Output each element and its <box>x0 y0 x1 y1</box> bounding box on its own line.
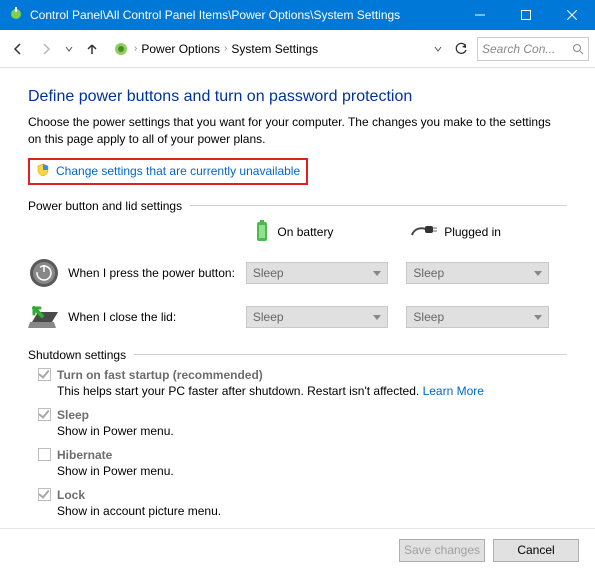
fast-startup-label: Turn on fast startup (recommended) <box>57 368 263 382</box>
sleep-desc: Show in Power menu. <box>57 424 567 438</box>
page-heading: Define power buttons and turn on passwor… <box>28 88 567 106</box>
power-button-battery-select[interactable]: Sleep <box>246 262 389 284</box>
change-settings-highlight: Change settings that are currently unava… <box>28 158 308 185</box>
window-titlebar: Control Panel\All Control Panel Items\Po… <box>0 0 595 30</box>
power-button-plugged-select[interactable]: Sleep <box>406 262 549 284</box>
on-battery-label: On battery <box>277 225 333 239</box>
search-placeholder: Search Con... <box>482 42 572 56</box>
up-button[interactable] <box>80 37 104 61</box>
back-button[interactable] <box>6 37 30 61</box>
fast-startup-option: Turn on fast startup (recommended) This … <box>38 368 567 398</box>
footer-buttons: Save changes Cancel <box>0 528 595 576</box>
close-button[interactable] <box>549 0 595 30</box>
change-unavailable-link[interactable]: Change settings that are currently unava… <box>56 164 300 178</box>
close-lid-row: When I close the lid: Sleep Sleep <box>28 300 567 334</box>
close-lid-plugged-select[interactable]: Sleep <box>406 306 549 328</box>
lock-option: Lock Show in account picture menu. <box>38 488 567 518</box>
sleep-checkbox[interactable] <box>38 408 51 421</box>
close-lid-label: When I close the lid: <box>68 310 246 324</box>
power-button-icon <box>28 256 60 290</box>
breadcrumb-item[interactable]: System Settings <box>231 42 318 56</box>
location-icon <box>112 40 130 58</box>
battery-icon <box>253 219 271 246</box>
hibernate-label: Hibernate <box>57 448 112 462</box>
window-title: Control Panel\All Control Panel Items\Po… <box>30 8 457 22</box>
shield-icon <box>36 163 50 180</box>
save-changes-button[interactable]: Save changes <box>399 539 485 562</box>
lid-icon <box>28 300 60 334</box>
hibernate-checkbox[interactable] <box>38 448 51 461</box>
close-lid-battery-select[interactable]: Sleep <box>246 306 389 328</box>
shutdown-section-header: Shutdown settings <box>28 348 567 362</box>
learn-more-link[interactable]: Learn More <box>423 384 484 398</box>
minimize-button[interactable] <box>457 0 503 30</box>
breadcrumb[interactable]: › Power Options › System Settings <box>108 40 427 58</box>
lock-checkbox[interactable] <box>38 488 51 501</box>
sleep-option: Sleep Show in Power menu. <box>38 408 567 438</box>
divider <box>134 354 567 355</box>
address-dropdown[interactable] <box>431 37 445 61</box>
power-button-section-header: Power button and lid settings <box>28 199 567 213</box>
column-headers: On battery Plugged in <box>28 219 567 246</box>
divider <box>190 205 567 206</box>
search-input[interactable]: Search Con... <box>477 37 589 61</box>
search-icon <box>572 43 584 55</box>
plug-icon <box>410 223 438 242</box>
fast-startup-checkbox[interactable] <box>38 368 51 381</box>
fast-startup-desc: This helps start your PC faster after sh… <box>57 384 567 398</box>
sleep-label: Sleep <box>57 408 89 422</box>
lock-label: Lock <box>57 488 85 502</box>
plugged-in-label: Plugged in <box>444 225 501 239</box>
power-button-label: When I press the power button: <box>68 266 246 280</box>
forward-button[interactable] <box>34 37 58 61</box>
refresh-button[interactable] <box>449 37 473 61</box>
hibernate-option: Hibernate Show in Power menu. <box>38 448 567 478</box>
maximize-button[interactable] <box>503 0 549 30</box>
hibernate-desc: Show in Power menu. <box>57 464 567 478</box>
history-dropdown[interactable] <box>62 37 76 61</box>
page-description: Choose the power settings that you want … <box>28 114 567 148</box>
chevron-right-icon: › <box>224 43 227 54</box>
breadcrumb-item[interactable]: Power Options <box>141 42 220 56</box>
address-bar: › Power Options › System Settings Search… <box>0 30 595 68</box>
chevron-right-icon: › <box>134 43 137 54</box>
power-button-row: When I press the power button: Sleep Sle… <box>28 256 567 290</box>
lock-desc: Show in account picture menu. <box>57 504 567 518</box>
app-icon <box>8 6 24 25</box>
cancel-button[interactable]: Cancel <box>493 539 579 562</box>
